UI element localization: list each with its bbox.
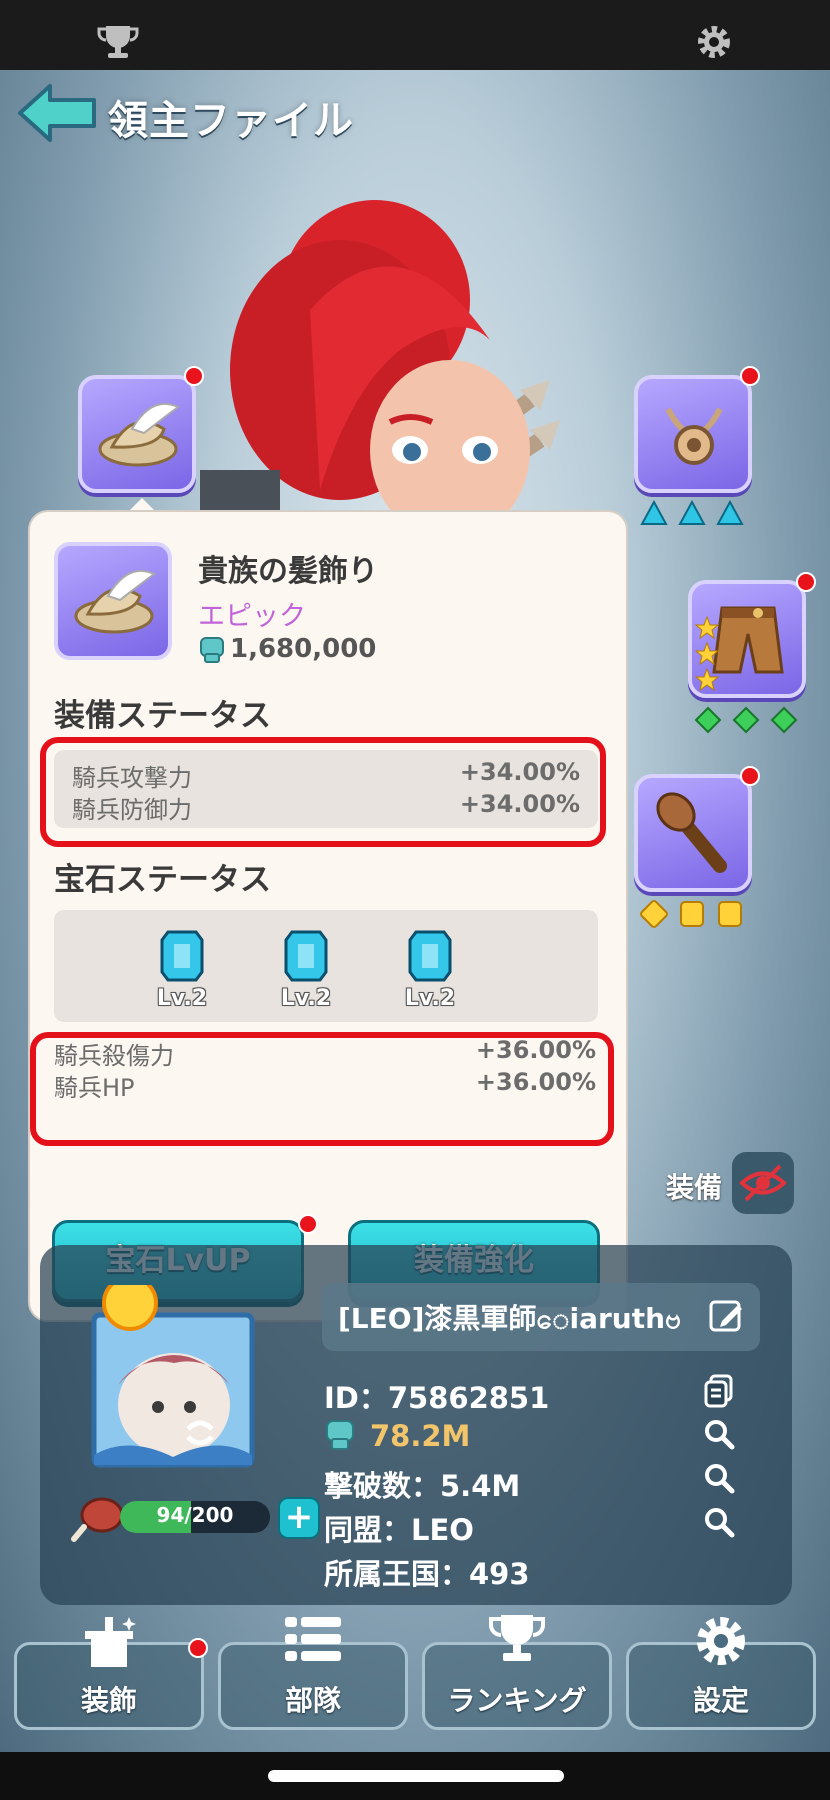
home-indicator[interactable]: [268, 1770, 564, 1782]
nav-decoration[interactable]: 装飾: [14, 1617, 204, 1730]
settings-gear-icon[interactable]: [692, 22, 736, 62]
power-fist-icon: [200, 637, 224, 663]
equip-slot-legwear[interactable]: [688, 580, 806, 698]
stamina-text: 94/200: [156, 1503, 234, 1527]
item-detail-popup: 貴族の髪飾り エピック 1,680,000 装備ステータス 騎兵攻撃力 +34.…: [28, 510, 628, 1322]
stamina-meter: 94/200 +: [70, 1491, 320, 1542]
highlight-frame: [30, 1032, 614, 1146]
yellow-gem-icon: [680, 901, 704, 927]
avatar-portrait: [91, 1275, 255, 1468]
item-name: 貴族の髪飾り: [198, 554, 378, 589]
nav-troops[interactable]: 部隊: [218, 1617, 408, 1730]
copy-icon[interactable]: [702, 1373, 736, 1409]
feather-hat-icon: [74, 569, 156, 634]
blue-gem-icon: [640, 500, 668, 525]
search-icon[interactable]: [702, 1505, 736, 1539]
gem-level: Lv.2: [156, 986, 208, 1011]
nav-ranking[interactable]: ランキング: [422, 1615, 612, 1730]
notification-dot: [184, 366, 204, 386]
search-icon[interactable]: [702, 1461, 736, 1495]
green-gem-icon: [694, 706, 722, 734]
gem-slots-box: Lv.2 Lv.2 Lv.2: [54, 910, 598, 1022]
lord-profile-panel: 94/200 + [LEO]漆黒軍師ေiaruthဗ ID：75862851 7…: [40, 1245, 792, 1605]
blue-gem-icon: [678, 500, 706, 525]
nav-label: 装飾: [80, 1684, 137, 1717]
blue-gem-icon: [716, 500, 744, 525]
nav-label: 部隊: [284, 1684, 341, 1717]
nav-settings[interactable]: 設定: [626, 1617, 816, 1730]
gem-slot[interactable]: Lv.2: [266, 930, 346, 1011]
eye-off-icon: [739, 1164, 787, 1202]
notification-dot: [298, 1214, 318, 1234]
lord-name-box: [LEO]漆黒軍師ေiaruthဗ: [322, 1283, 760, 1351]
feather-hat-icon: [98, 402, 180, 467]
notification-dot: [740, 366, 760, 386]
lord-file-screen: 領主ファイル 貴族の髪飾り エピック 1,680,000 装備ステータス 騎兵攻…: [0, 70, 830, 1752]
equip-status-heading: 装備ステータス: [54, 698, 271, 734]
wooden-club-icon: [656, 792, 727, 873]
item-icon: [54, 542, 172, 660]
item-rarity: エピック: [198, 601, 306, 632]
hide-equipment-button[interactable]: [732, 1152, 794, 1214]
gear-icon: [697, 1617, 745, 1665]
list-icon: [285, 1617, 341, 1661]
green-gem-icon: [732, 706, 760, 734]
green-gem-icon: [770, 706, 798, 734]
edit-name-icon[interactable]: [708, 1297, 746, 1335]
meat-icon: [71, 1497, 124, 1542]
back-arrow-icon[interactable]: [16, 82, 98, 144]
power-fist-icon: [326, 1420, 354, 1450]
notification-dot: [188, 1638, 208, 1658]
blue-gem-icon: [408, 930, 452, 982]
gem-level: Lv.2: [404, 986, 456, 1011]
gem-slot[interactable]: Lv.2: [142, 930, 222, 1011]
star-rating-icon: [694, 616, 720, 692]
nav-label: 設定: [692, 1684, 749, 1717]
equip-toggle-label: 装備: [666, 1171, 723, 1204]
highlight-frame: [40, 737, 606, 847]
lord-alliance: 同盟：LEO: [324, 1513, 474, 1547]
lord-name: [LEO]漆黒軍師ေiaruthဗ: [338, 1302, 682, 1335]
necklace-gems: [640, 500, 744, 528]
equip-slot-headpiece[interactable]: [78, 375, 196, 493]
gem-status-heading: 宝石ステータス: [54, 862, 271, 898]
avatar[interactable]: [78, 1275, 268, 1475]
blue-gem-icon: [284, 930, 328, 982]
gem-level: Lv.2: [280, 986, 332, 1011]
gem-slot[interactable]: Lv.2: [390, 930, 470, 1011]
decoration-icon: [85, 1617, 136, 1667]
item-power: 1,680,000: [230, 634, 377, 664]
swap-avatar-icon[interactable]: [180, 1415, 220, 1451]
yellow-gem-icon: [718, 901, 742, 927]
trophy-icon[interactable]: [96, 22, 140, 62]
equip-slot-necklace[interactable]: [634, 375, 752, 493]
blue-gem-icon: [160, 930, 204, 982]
trophy-icon: [489, 1615, 545, 1661]
page-title: 領主ファイル: [108, 98, 354, 144]
lord-id: ID：75862851: [324, 1381, 550, 1415]
weapon-gems: [640, 900, 744, 928]
equip-slot-weapon[interactable]: [634, 774, 752, 892]
lord-kills: 撃破数：5.4M: [324, 1469, 521, 1503]
yellow-gem-icon: [640, 900, 668, 928]
nav-label: ランキング: [447, 1684, 587, 1717]
legwear-gems: [694, 706, 798, 734]
add-stamina-button[interactable]: +: [278, 1497, 320, 1539]
lord-kingdom: 所属王国：493: [324, 1557, 530, 1591]
top-bar: [0, 0, 830, 70]
notification-dot: [796, 572, 816, 592]
notification-dot: [740, 766, 760, 786]
lord-power: 78.2M: [370, 1419, 471, 1453]
search-icon[interactable]: [702, 1417, 736, 1451]
necklace-icon: [665, 407, 723, 465]
